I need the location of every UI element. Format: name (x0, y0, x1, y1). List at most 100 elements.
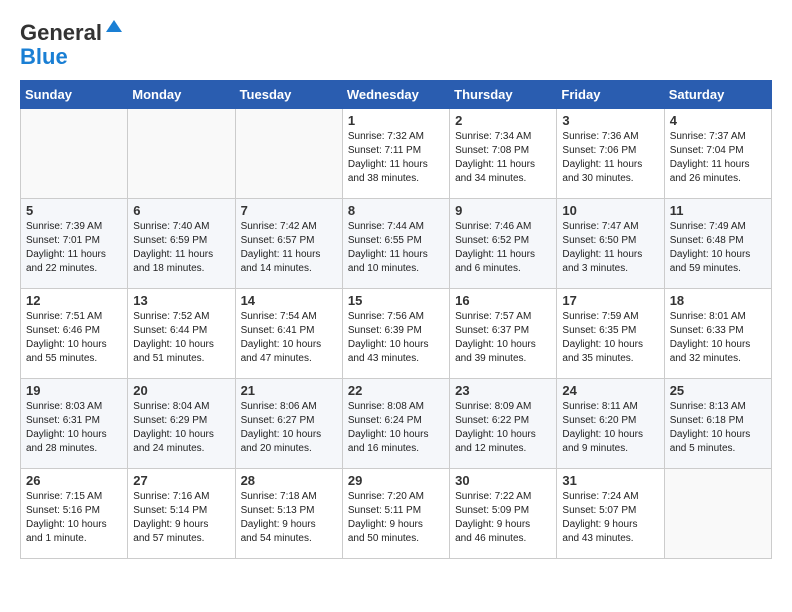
calendar-cell (128, 109, 235, 199)
day-number: 21 (241, 383, 337, 398)
calendar-cell: 20 Sunrise: 8:04 AM Sunset: 6:29 PM Dayli… (128, 379, 235, 469)
day-number: 13 (133, 293, 229, 308)
day-number: 22 (348, 383, 444, 398)
calendar-cell: 26 Sunrise: 7:15 AM Sunset: 5:16 PM Dayli… (21, 469, 128, 559)
day-number: 27 (133, 473, 229, 488)
day-number: 28 (241, 473, 337, 488)
calendar-cell: 29 Sunrise: 7:20 AM Sunset: 5:11 PM Dayli… (342, 469, 449, 559)
day-info: Sunrise: 7:34 AM Sunset: 7:08 PM Dayligh… (455, 130, 551, 186)
calendar-cell: 12 Sunrise: 7:51 AM Sunset: 6:46 PM Dayli… (21, 289, 128, 379)
day-info: Sunrise: 7:46 AM Sunset: 6:52 PM Dayligh… (455, 220, 551, 276)
calendar-cell: 18 Sunrise: 8:01 AM Sunset: 6:33 PM Dayli… (664, 289, 771, 379)
calendar-table: SundayMondayTuesdayWednesdayThursdayFrid… (20, 80, 772, 559)
day-header-monday: Monday (128, 81, 235, 109)
day-info: Sunrise: 7:32 AM Sunset: 7:11 PM Dayligh… (348, 130, 444, 186)
calendar-cell: 14 Sunrise: 7:54 AM Sunset: 6:41 PM Dayli… (235, 289, 342, 379)
day-header-friday: Friday (557, 81, 664, 109)
day-info: Sunrise: 7:51 AM Sunset: 6:46 PM Dayligh… (26, 310, 122, 366)
calendar-cell: 6Sunrise: 7:40 AM Sunset: 6:59 PM Daylig… (128, 199, 235, 289)
calendar-cell: 25 Sunrise: 8:13 AM Sunset: 6:18 PM Dayli… (664, 379, 771, 469)
logo-text: General Blue (20, 20, 124, 70)
day-number: 15 (348, 293, 444, 308)
calendar-cell: 24 Sunrise: 8:11 AM Sunset: 6:20 PM Dayli… (557, 379, 664, 469)
day-number: 12 (26, 293, 122, 308)
day-info: Sunrise: 8:01 AM Sunset: 6:33 PM Dayligh… (670, 310, 766, 366)
calendar-cell (664, 469, 771, 559)
calendar-cell: 10 Sunrise: 7:47 AM Sunset: 6:50 PM Dayli… (557, 199, 664, 289)
calendar-cell: 13 Sunrise: 7:52 AM Sunset: 6:44 PM Dayli… (128, 289, 235, 379)
day-info: Sunrise: 7:47 AM Sunset: 6:50 PM Dayligh… (562, 220, 658, 276)
day-info: Sunrise: 7:44 AM Sunset: 6:55 PM Dayligh… (348, 220, 444, 276)
day-number: 11 (670, 203, 766, 218)
day-number: 4 (670, 113, 766, 128)
day-number: 18 (670, 293, 766, 308)
day-number: 1 (348, 113, 444, 128)
day-number: 10 (562, 203, 658, 218)
day-info: Sunrise: 7:56 AM Sunset: 6:39 PM Dayligh… (348, 310, 444, 366)
calendar-cell: 16 Sunrise: 7:57 AM Sunset: 6:37 PM Dayli… (450, 289, 557, 379)
logo: General Blue (20, 20, 124, 70)
day-number: 29 (348, 473, 444, 488)
day-info: Sunrise: 7:54 AM Sunset: 6:41 PM Dayligh… (241, 310, 337, 366)
calendar-cell: 30 Sunrise: 7:22 AM Sunset: 5:09 PM Dayli… (450, 469, 557, 559)
calendar-cell (235, 109, 342, 199)
day-number: 26 (26, 473, 122, 488)
calendar-cell: 17 Sunrise: 7:59 AM Sunset: 6:35 PM Dayli… (557, 289, 664, 379)
day-info: Sunrise: 7:39 AM Sunset: 7:01 PM Dayligh… (26, 220, 122, 276)
day-number: 9 (455, 203, 551, 218)
day-number: 8 (348, 203, 444, 218)
day-header-thursday: Thursday (450, 81, 557, 109)
day-header-tuesday: Tuesday (235, 81, 342, 109)
day-info: Sunrise: 8:13 AM Sunset: 6:18 PM Dayligh… (670, 400, 766, 456)
day-info: Sunrise: 8:08 AM Sunset: 6:24 PM Dayligh… (348, 400, 444, 456)
header: General Blue (20, 20, 772, 70)
calendar-container: General Blue SundayMondayTuesdayWednesda… (0, 0, 792, 569)
day-info: Sunrise: 7:18 AM Sunset: 5:13 PM Dayligh… (241, 490, 337, 546)
day-number: 16 (455, 293, 551, 308)
day-info: Sunrise: 7:52 AM Sunset: 6:44 PM Dayligh… (133, 310, 229, 366)
calendar-cell: 27Sunrise: 7:16 AM Sunset: 5:14 PM Dayli… (128, 469, 235, 559)
calendar-cell: 8 Sunrise: 7:44 AM Sunset: 6:55 PM Daylig… (342, 199, 449, 289)
day-number: 7 (241, 203, 337, 218)
day-number: 17 (562, 293, 658, 308)
day-number: 3 (562, 113, 658, 128)
calendar-cell: 7 Sunrise: 7:42 AM Sunset: 6:57 PM Daylig… (235, 199, 342, 289)
day-number: 25 (670, 383, 766, 398)
calendar-cell: 31 Sunrise: 7:24 AM Sunset: 5:07 PM Dayli… (557, 469, 664, 559)
day-number: 31 (562, 473, 658, 488)
day-info: Sunrise: 7:24 AM Sunset: 5:07 PM Dayligh… (562, 490, 658, 546)
day-info: Sunrise: 8:03 AM Sunset: 6:31 PM Dayligh… (26, 400, 122, 456)
calendar-cell: 9 Sunrise: 7:46 AM Sunset: 6:52 PM Daylig… (450, 199, 557, 289)
calendar-cell: 4 Sunrise: 7:37 AM Sunset: 7:04 PM Daylig… (664, 109, 771, 199)
calendar-cell: 22 Sunrise: 8:08 AM Sunset: 6:24 PM Dayli… (342, 379, 449, 469)
day-info: Sunrise: 7:36 AM Sunset: 7:06 PM Dayligh… (562, 130, 658, 186)
day-header-wednesday: Wednesday (342, 81, 449, 109)
day-number: 14 (241, 293, 337, 308)
calendar-cell: 19 Sunrise: 8:03 AM Sunset: 6:31 PM Dayli… (21, 379, 128, 469)
day-number: 20 (133, 383, 229, 398)
day-number: 2 (455, 113, 551, 128)
calendar-cell: 21 Sunrise: 8:06 AM Sunset: 6:27 PM Dayli… (235, 379, 342, 469)
day-info: Sunrise: 7:20 AM Sunset: 5:11 PM Dayligh… (348, 490, 444, 546)
logo-icon (104, 18, 124, 38)
day-number: 30 (455, 473, 551, 488)
day-info: Sunrise: 7:42 AM Sunset: 6:57 PM Dayligh… (241, 220, 337, 276)
calendar-cell: 1 Sunrise: 7:32 AM Sunset: 7:11 PM Daylig… (342, 109, 449, 199)
day-info: Sunrise: 7:59 AM Sunset: 6:35 PM Dayligh… (562, 310, 658, 366)
day-number: 6 (133, 203, 229, 218)
day-info: Sunrise: 7:22 AM Sunset: 5:09 PM Dayligh… (455, 490, 551, 546)
calendar-cell: 2 Sunrise: 7:34 AM Sunset: 7:08 PM Daylig… (450, 109, 557, 199)
day-info: Sunrise: 8:11 AM Sunset: 6:20 PM Dayligh… (562, 400, 658, 456)
day-info: Sunrise: 8:06 AM Sunset: 6:27 PM Dayligh… (241, 400, 337, 456)
calendar-cell: 5 Sunrise: 7:39 AM Sunset: 7:01 PM Daylig… (21, 199, 128, 289)
calendar-cell (21, 109, 128, 199)
day-info: Sunrise: 7:15 AM Sunset: 5:16 PM Dayligh… (26, 490, 122, 546)
day-header-saturday: Saturday (664, 81, 771, 109)
day-info: Sunrise: 7:37 AM Sunset: 7:04 PM Dayligh… (670, 130, 766, 186)
day-number: 19 (26, 383, 122, 398)
day-info: Sunrise: 8:04 AM Sunset: 6:29 PM Dayligh… (133, 400, 229, 456)
day-info: Sunrise: 7:57 AM Sunset: 6:37 PM Dayligh… (455, 310, 551, 366)
day-number: 24 (562, 383, 658, 398)
calendar-cell: 28 Sunrise: 7:18 AM Sunset: 5:13 PM Dayli… (235, 469, 342, 559)
day-number: 5 (26, 203, 122, 218)
